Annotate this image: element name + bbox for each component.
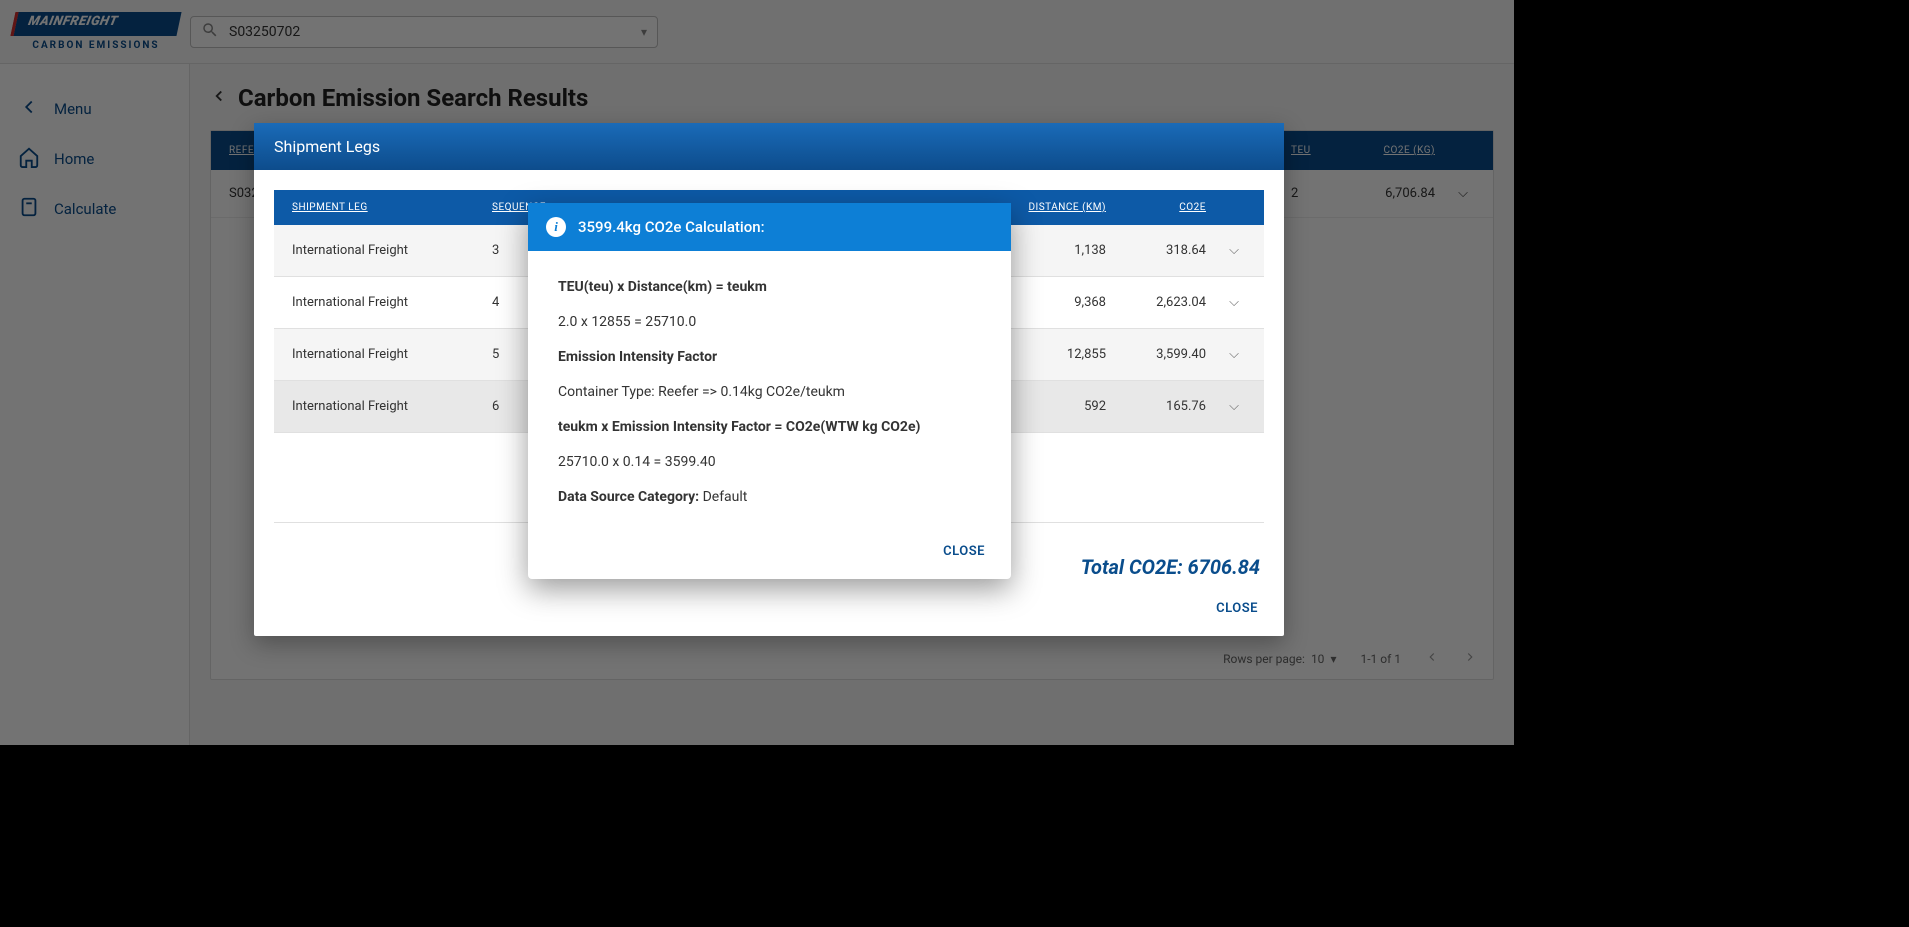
calc-data-source: Data Source Category: Default: [558, 487, 981, 508]
close-button[interactable]: CLOSE: [1206, 595, 1268, 622]
calc-formula-teukm-label: TEU(teu) x Distance(km) = teukm: [558, 277, 981, 298]
cell-distance: 592: [1014, 399, 1114, 414]
calc-modal-header: i 3599.4kg CO2e Calculation:: [528, 203, 1011, 251]
cell-co2e: 2,623.04: [1114, 295, 1214, 310]
cell-leg: International Freight: [284, 347, 484, 362]
col-header-leg[interactable]: SHIPMENT LEG: [284, 202, 484, 213]
col-header-distance[interactable]: DISTANCE (KM): [1014, 202, 1114, 213]
cell-leg: International Freight: [284, 399, 484, 414]
close-button[interactable]: CLOSE: [933, 538, 995, 565]
col-header-co2e[interactable]: CO2E: [1114, 202, 1214, 213]
calculation-modal: i 3599.4kg CO2e Calculation: TEU(teu) x …: [528, 203, 1011, 579]
total-value: 6706.84: [1188, 555, 1260, 579]
chevron-down-icon[interactable]: ⌵: [1214, 399, 1254, 414]
calc-eif-label: Emission Intensity Factor: [558, 347, 981, 368]
calc-co2e-formula-label: teukm x Emission Intensity Factor = CO2e…: [558, 417, 981, 438]
total-label: Total CO2E:: [1081, 555, 1183, 579]
modal-title: Shipment Legs: [254, 123, 1284, 170]
cell-leg: International Freight: [284, 295, 484, 310]
calc-co2e-formula-value: 25710.0 x 0.14 = 3599.40: [558, 452, 981, 473]
info-icon: i: [546, 217, 566, 237]
cell-distance: 9,368: [1014, 295, 1114, 310]
cell-co2e: 3,599.40: [1114, 347, 1214, 362]
calc-modal-title: 3599.4kg CO2e Calculation:: [578, 218, 765, 236]
cell-co2e: 165.76: [1114, 399, 1214, 414]
calc-formula-teukm-value: 2.0 x 12855 = 25710.0: [558, 312, 981, 333]
cell-leg: International Freight: [284, 243, 484, 258]
cell-co2e: 318.64: [1114, 243, 1214, 258]
chevron-down-icon[interactable]: ⌵: [1214, 347, 1254, 362]
chevron-down-icon[interactable]: ⌵: [1214, 243, 1254, 258]
calc-eif-value: Container Type: Reefer => 0.14kg CO2e/te…: [558, 382, 981, 403]
chevron-down-icon[interactable]: ⌵: [1214, 295, 1254, 310]
cell-distance: 12,855: [1014, 347, 1114, 362]
cell-distance: 1,138: [1014, 243, 1114, 258]
